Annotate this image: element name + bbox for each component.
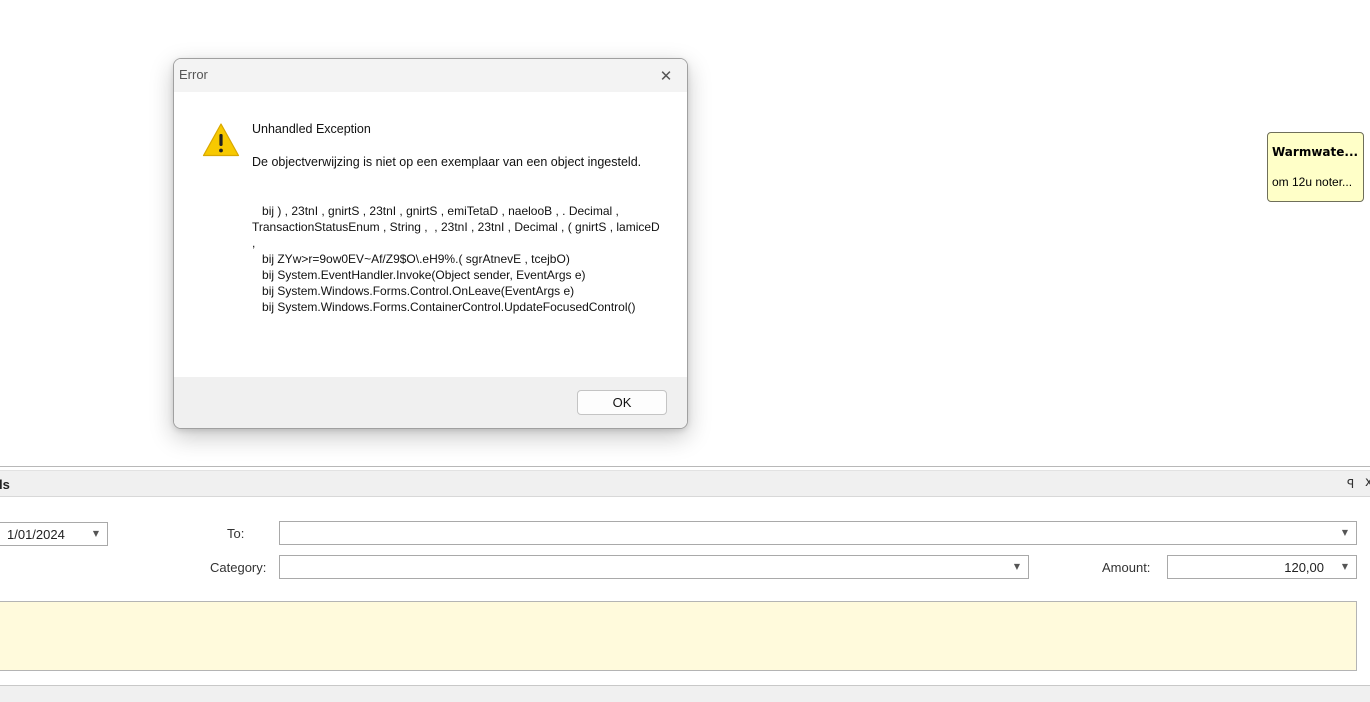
dialog-footer: OK xyxy=(174,377,687,428)
memo-field[interactable] xyxy=(0,601,1357,671)
panel-footer xyxy=(0,685,1370,702)
chevron-down-icon[interactable]: ▼ xyxy=(1334,556,1356,578)
sticky-note[interactable]: Warmwate... om 12u noter... xyxy=(1267,132,1364,202)
exception-message: De objectverwijzing is niet op een exemp… xyxy=(252,155,642,169)
amount-value: 120,00 xyxy=(1284,560,1324,575)
amount-field[interactable]: 120,00 ▼ xyxy=(1167,555,1357,579)
to-combo[interactable]: ▼ xyxy=(279,521,1357,545)
warning-icon xyxy=(202,123,240,157)
category-label: Category: xyxy=(210,560,267,575)
close-icon[interactable]: ✕ xyxy=(653,65,679,87)
details-panel-title: ls xyxy=(0,477,10,492)
category-combo[interactable]: ▼ xyxy=(279,555,1029,579)
details-panel-header: ls ꟼ x xyxy=(0,470,1370,497)
sticky-note-body: om 12u noter... xyxy=(1272,175,1353,189)
date-picker[interactable]: 1/01/2024 ▼ xyxy=(0,522,108,546)
amount-label: Amount: xyxy=(1102,560,1151,575)
chevron-down-icon[interactable]: ▼ xyxy=(85,523,107,545)
dialog-content: Unhandled Exception De objectverwijzing … xyxy=(174,92,687,377)
ok-button[interactable]: OK xyxy=(577,390,667,415)
panel-close-icon[interactable]: x xyxy=(1365,476,1370,490)
chevron-down-icon[interactable]: ▼ xyxy=(1006,556,1028,578)
panel-divider xyxy=(0,466,1370,467)
error-dialog: Error ✕ Unhandled Exception De objectver… xyxy=(173,58,688,429)
application-window: Warmwate... om 12u noter... ls ꟼ x 1/01/… xyxy=(0,0,1370,702)
exception-heading: Unhandled Exception xyxy=(252,122,371,136)
dialog-titlebar[interactable]: Error ✕ xyxy=(174,59,687,92)
date-value: 1/01/2024 xyxy=(7,527,65,542)
sticky-note-title: Warmwate... xyxy=(1272,145,1359,159)
pin-icon[interactable]: ꟼ xyxy=(1347,477,1354,491)
chevron-down-icon[interactable]: ▼ xyxy=(1334,522,1356,544)
dialog-title: Error xyxy=(179,67,208,82)
to-label: To: xyxy=(227,526,245,541)
stack-trace: bij ) , 23tnI , gnirtS , 23tnI , gnirtS … xyxy=(252,204,660,314)
